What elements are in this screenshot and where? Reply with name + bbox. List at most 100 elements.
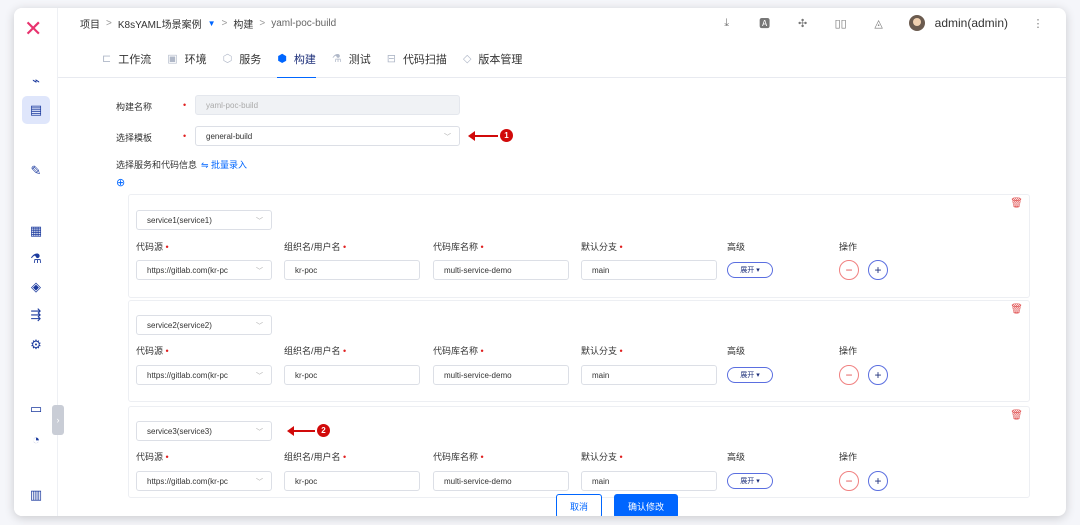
- tab-workflow[interactable]: ⊏ 工作流: [102, 40, 151, 78]
- col-branch: 默认分支 •: [581, 450, 623, 463]
- download-icon[interactable]: ⤓: [719, 17, 735, 30]
- repo-input[interactable]: multi-service-demo: [433, 365, 569, 385]
- template-select[interactable]: general-build ﹀: [195, 126, 460, 146]
- services-label: 选择服务和代码信息: [116, 160, 198, 170]
- expand-button[interactable]: 展开 ▾: [727, 367, 773, 383]
- service-select[interactable]: service3(service3) ﹀: [136, 421, 272, 441]
- trash-icon[interactable]: 🗑: [1010, 198, 1023, 209]
- remove-repo-button[interactable]: −: [839, 260, 859, 280]
- cancel-button[interactable]: 取消: [556, 494, 602, 516]
- project-icon[interactable]: ▤: [22, 96, 50, 124]
- plugin-icon[interactable]: ✣: [795, 17, 811, 30]
- breadcrumb-sep: >: [259, 17, 266, 29]
- tab-label: 代码扫描: [402, 53, 447, 66]
- template-value: general-build: [206, 131, 253, 141]
- expand-button[interactable]: 展开 ▾: [727, 262, 773, 278]
- required-mark: •: [619, 242, 623, 252]
- board-icon[interactable]: ▦: [25, 220, 47, 242]
- tab-code-scan[interactable]: ⊟ 代码扫描: [387, 40, 447, 78]
- breadcrumb-case[interactable]: K8sYAML场景案例: [118, 16, 202, 31]
- col-label: 代码库名称: [433, 346, 479, 356]
- trash-icon[interactable]: 🗑: [1010, 410, 1023, 421]
- edit-icon[interactable]: ✎: [25, 160, 47, 182]
- tab-build[interactable]: ⬢ 构建: [277, 40, 316, 79]
- repo-input[interactable]: multi-service-demo: [433, 471, 569, 491]
- required-mark: •: [165, 346, 169, 356]
- chevron-down-icon: ﹀: [256, 323, 263, 330]
- branch-input[interactable]: main: [581, 260, 717, 280]
- remove-repo-button[interactable]: −: [839, 365, 859, 385]
- col-branch: 默认分支 •: [581, 240, 623, 253]
- col-label: 代码源: [136, 242, 164, 252]
- flask-icon[interactable]: ⚗: [25, 248, 47, 270]
- chevron-down-icon[interactable]: ▼: [208, 19, 216, 28]
- tab-environment[interactable]: ▣ 环境: [167, 40, 206, 78]
- pulse-icon[interactable]: ⌁: [25, 70, 47, 92]
- confirm-button[interactable]: 确认修改: [614, 494, 678, 516]
- branch-input[interactable]: main: [581, 365, 717, 385]
- flow-icon[interactable]: ⇶: [25, 304, 47, 326]
- branch-input[interactable]: main: [581, 471, 717, 491]
- bell-icon[interactable]: ◬: [871, 17, 887, 30]
- build-name-input[interactable]: yaml-poc-build: [195, 95, 460, 115]
- code-source-select[interactable]: https://gitlab.com(kr-pc ﹀: [136, 471, 272, 491]
- remove-repo-button[interactable]: −: [839, 471, 859, 491]
- tab-service[interactable]: ⬡ 服务: [223, 40, 262, 78]
- monitor-icon[interactable]: ▭: [25, 398, 47, 420]
- annotation-arrow: [287, 426, 315, 436]
- book-icon[interactable]: ▯▯: [833, 17, 849, 30]
- add-repo-button[interactable]: +: [868, 471, 888, 491]
- tab-test[interactable]: ⚗ 测试: [332, 40, 371, 78]
- form-actions: 取消 确认修改: [88, 494, 1043, 516]
- col-source: 代码源 •: [136, 344, 169, 357]
- col-repo: 代码库名称 •: [433, 344, 484, 357]
- col-label: 默认分支: [581, 242, 618, 252]
- breadcrumb-build[interactable]: 构建: [233, 16, 253, 31]
- col-label: 组织名/用户名: [284, 242, 341, 252]
- breadcrumb: 项目 > K8sYAML场景案例 ▼ > 构建 > yaml-poc-build: [80, 16, 336, 31]
- service-name: service2(service2): [147, 320, 212, 330]
- col-label: 代码源: [136, 346, 164, 356]
- source-value: https://gitlab.com(kr-pc: [147, 265, 228, 275]
- translate-icon[interactable]: 🅰: [757, 15, 773, 31]
- col-org: 组织名/用户名 •: [284, 240, 346, 253]
- code-source-select[interactable]: https://gitlab.com(kr-pc ﹀: [136, 260, 272, 280]
- col-label: 默认分支: [581, 346, 618, 356]
- user-menu[interactable]: admin(admin): [908, 15, 1008, 31]
- tab-version[interactable]: ◇ 版本管理: [463, 40, 522, 78]
- build-form: 构建名称 • yaml-poc-build 选择模板 • general-bui…: [88, 78, 1043, 516]
- code-source-select[interactable]: https://gitlab.com(kr-pc ﹀: [136, 365, 272, 385]
- build-name-label: 构建名称: [116, 102, 153, 112]
- gear-box-icon[interactable]: ⚙: [25, 334, 47, 356]
- col-ops: 操作: [839, 242, 858, 252]
- service-select[interactable]: service1(service1) ﹀: [136, 210, 272, 230]
- annotation-badge: 1: [500, 129, 513, 142]
- expand-button[interactable]: 展开 ▾: [727, 473, 773, 489]
- org-input[interactable]: kr-poc: [284, 471, 420, 491]
- trash-icon[interactable]: 🗑: [1010, 304, 1023, 315]
- add-repo-button[interactable]: +: [868, 260, 888, 280]
- col-branch: 默认分支 •: [581, 344, 623, 357]
- required-mark: •: [183, 131, 187, 141]
- add-repo-button[interactable]: +: [868, 365, 888, 385]
- batch-import-link[interactable]: ⇋ 批量录入: [201, 158, 247, 171]
- col-label: 组织名/用户名: [284, 346, 341, 356]
- org-input[interactable]: kr-poc: [284, 260, 420, 280]
- chevron-down-icon: ﹀: [256, 373, 263, 380]
- logo[interactable]: ✕: [24, 16, 42, 42]
- user-name: admin(admin): [934, 16, 1008, 30]
- more-icon[interactable]: ⋮: [1030, 17, 1046, 30]
- version-icon: ◇: [462, 53, 472, 65]
- breadcrumb-project[interactable]: 项目: [80, 16, 100, 31]
- left-nav: ✕ ⌁ ▤ ✎ ▦ ⚗ ◈ ⇶ ⚙ ▭ ◔ ▥: [14, 8, 58, 516]
- pie-icon[interactable]: ◔: [25, 428, 47, 450]
- app-window: ✕ ⌁ ▤ ✎ ▦ ⚗ ◈ ⇶ ⚙ ▭ ◔ ▥ › 项目 > K8sYAML场景…: [14, 8, 1066, 516]
- doc-icon[interactable]: ▥: [25, 484, 47, 506]
- package-icon[interactable]: ◈: [25, 276, 47, 298]
- service-select[interactable]: service2(service2) ﹀: [136, 315, 272, 335]
- test-icon: ⚗: [331, 53, 342, 65]
- repo-input[interactable]: multi-service-demo: [433, 260, 569, 280]
- sidebar-expand-handle[interactable]: ›: [52, 405, 64, 435]
- add-service-icon[interactable]: ⊕: [116, 176, 125, 189]
- org-input[interactable]: kr-poc: [284, 365, 420, 385]
